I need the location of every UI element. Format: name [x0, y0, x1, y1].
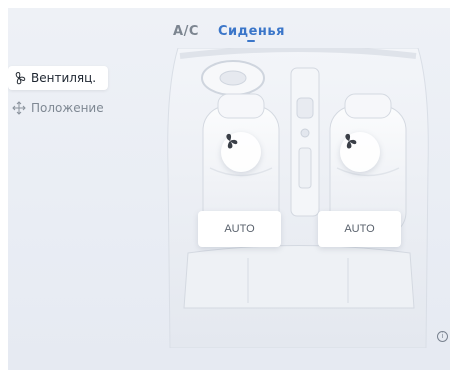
move-arrows-icon [11, 100, 27, 116]
side-item-ventilation[interactable]: Вентиляц. [8, 66, 108, 90]
left-seat-fan-button[interactable] [221, 132, 261, 172]
fan-icon [11, 70, 27, 86]
right-seat-auto-button[interactable]: AUTO [318, 211, 401, 247]
tab-seats[interactable]: Сиденья [218, 24, 285, 42]
side-menu: Вентиляц. Положение [8, 66, 108, 120]
right-seat-fan-button[interactable] [340, 132, 380, 172]
seat-control-screen: A/C Сиденья Вентиляц. Положение AUTO AUT… [8, 8, 450, 370]
car-interior-illustration: AUTO AUTO [158, 48, 438, 348]
left-seat-auto-button[interactable]: AUTO [198, 211, 281, 247]
side-item-ventilation-label: Вентиляц. [31, 71, 97, 85]
tab-ac[interactable]: A/C [173, 24, 199, 39]
side-item-position-label: Положение [31, 101, 104, 115]
side-item-position[interactable]: Положение [8, 96, 108, 120]
info-icon[interactable]: i [437, 331, 448, 342]
top-tabs: A/C Сиденья [8, 20, 450, 42]
